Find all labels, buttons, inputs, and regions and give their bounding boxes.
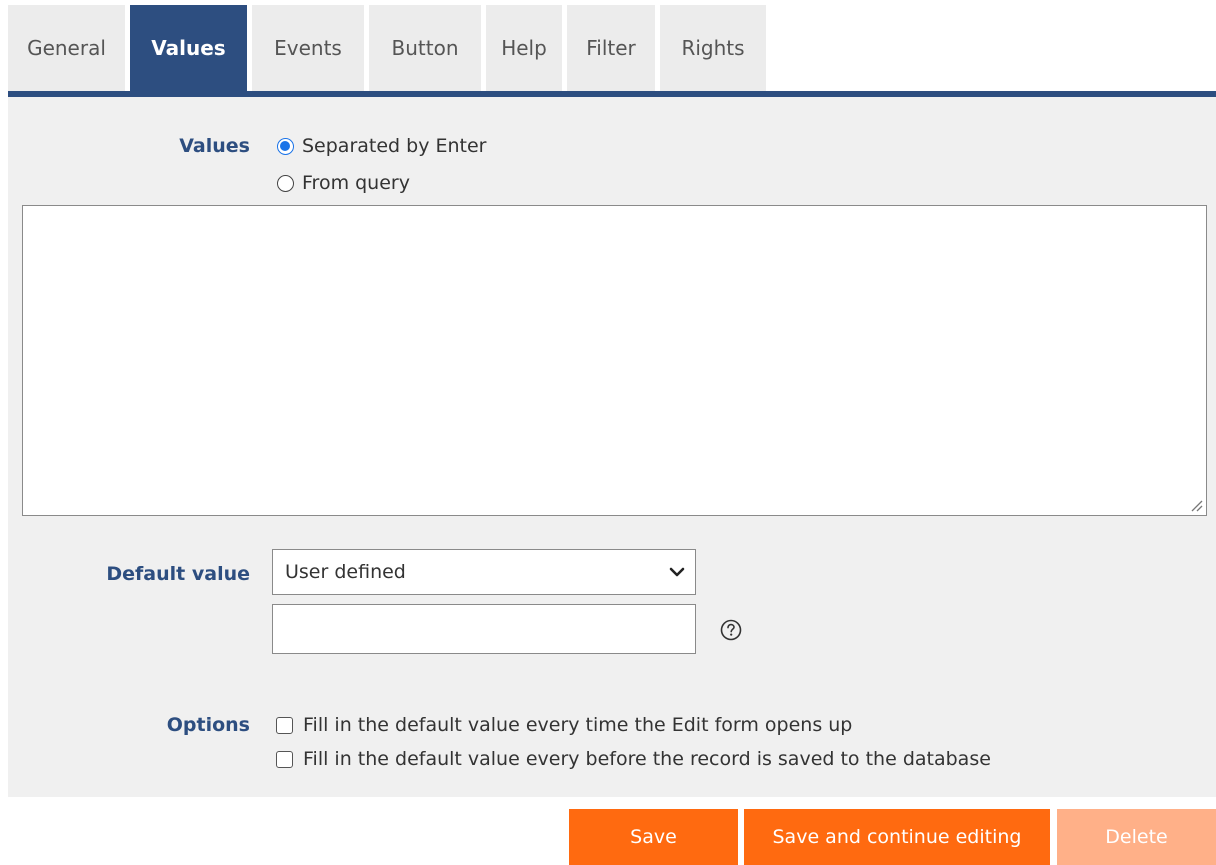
options-label: Options	[166, 714, 250, 736]
checkbox-fill-on-open[interactable]: Fill in the default value every time the…	[276, 714, 852, 736]
radio-from-query[interactable]: From query	[277, 172, 410, 194]
delete-button[interactable]: Delete	[1057, 809, 1216, 865]
checkbox-label: Fill in the default value every before t…	[303, 748, 991, 770]
tab-bar: General Values Events Button Help Filter…	[8, 5, 771, 91]
values-label: Values	[179, 135, 250, 157]
radio-separated-by-enter[interactable]: Separated by Enter	[277, 135, 487, 157]
tab-general[interactable]: General	[8, 5, 125, 91]
tab-rights[interactable]: Rights	[660, 5, 766, 91]
select-value: User defined	[285, 561, 406, 583]
default-value-label: Default value	[106, 563, 250, 585]
tab-events[interactable]: Events	[252, 5, 364, 91]
radio-button-checked[interactable]	[277, 137, 294, 155]
tab-filter[interactable]: Filter	[567, 5, 655, 91]
default-value-select[interactable]: User defined	[272, 549, 696, 595]
tab-help[interactable]: Help	[486, 5, 562, 91]
checkbox[interactable]	[276, 750, 293, 768]
tab-button[interactable]: Button	[369, 5, 481, 91]
chevron-down-icon	[669, 567, 685, 577]
radio-button[interactable]	[277, 174, 294, 192]
values-panel: Values Separated by Enter From query Def…	[8, 97, 1216, 797]
save-button[interactable]: Save	[569, 809, 738, 865]
default-value-input[interactable]	[272, 604, 696, 654]
checkbox-label: Fill in the default value every time the…	[303, 714, 853, 736]
radio-label: From query	[302, 172, 410, 194]
values-textarea[interactable]	[22, 205, 1207, 516]
resize-grip-icon[interactable]	[1189, 498, 1203, 512]
checkbox-fill-before-save[interactable]: Fill in the default value every before t…	[276, 748, 991, 770]
question-circle-icon[interactable]	[720, 619, 742, 641]
save-and-continue-button[interactable]: Save and continue editing	[744, 809, 1050, 865]
tab-values[interactable]: Values	[130, 5, 247, 91]
radio-label: Separated by Enter	[302, 135, 487, 157]
checkbox[interactable]	[276, 716, 293, 734]
